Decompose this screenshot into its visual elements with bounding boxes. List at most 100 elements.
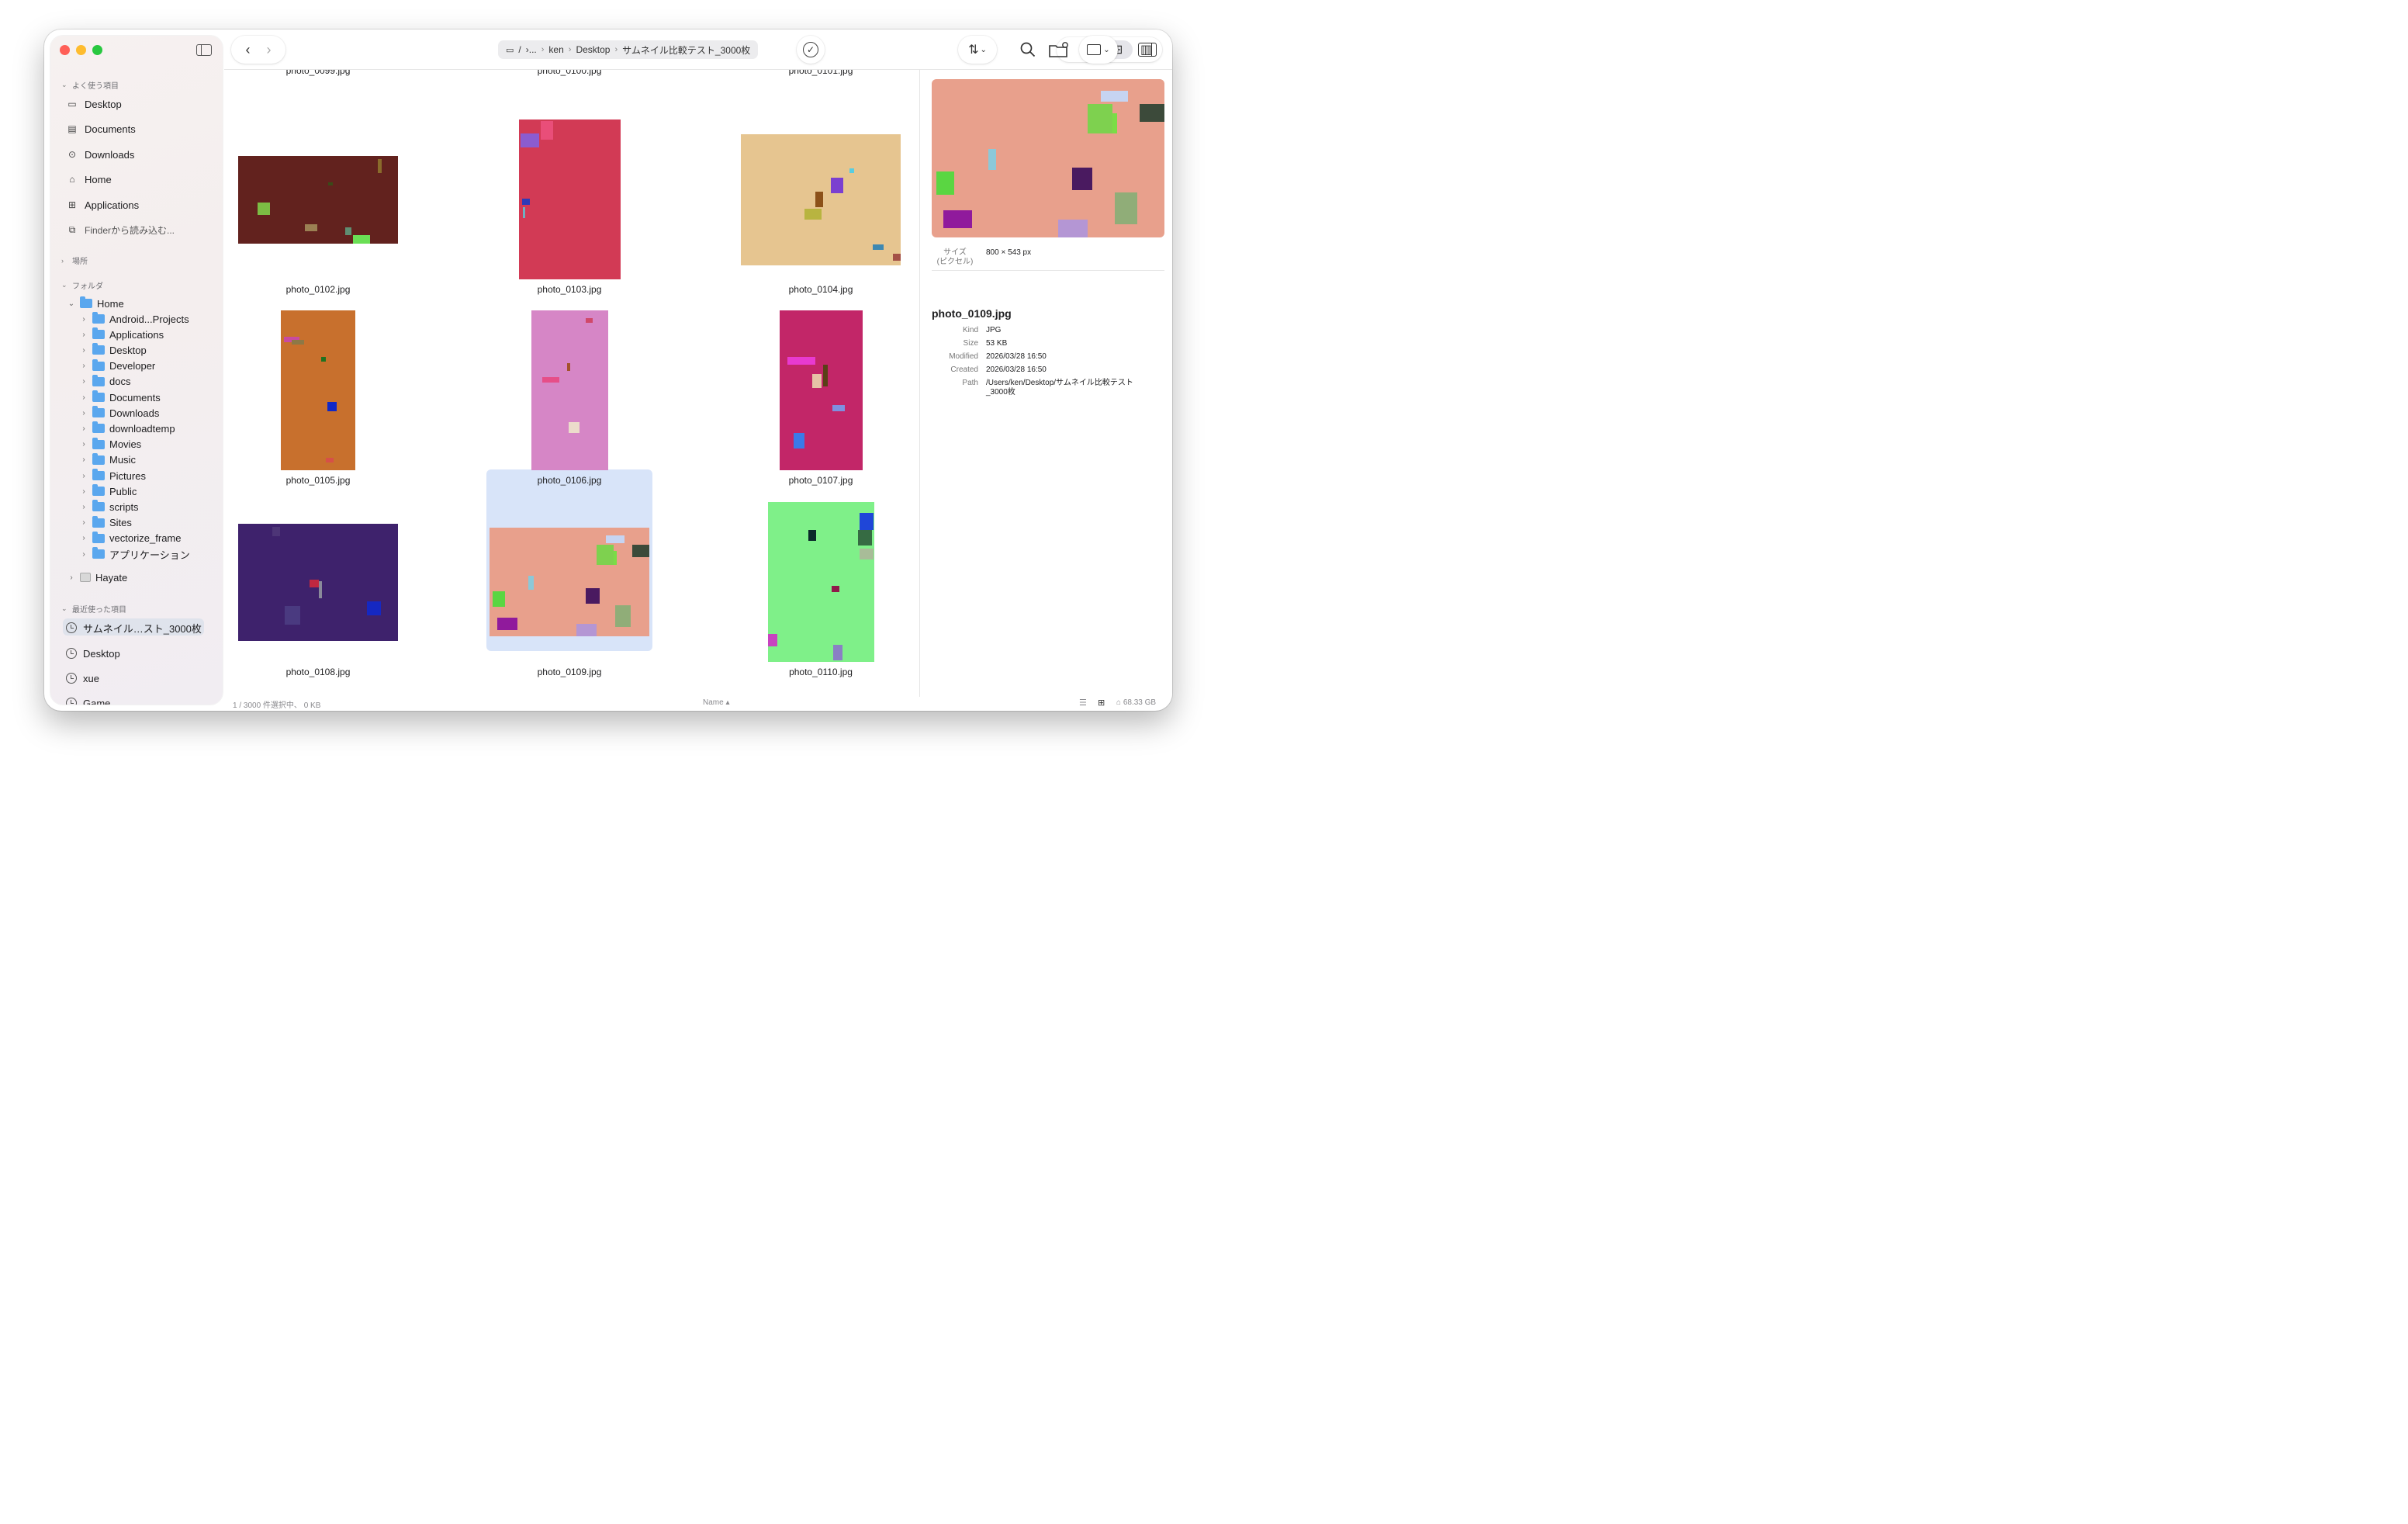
- sidebar-item-2[interactable]: ▤ Documents: [66, 120, 135, 137]
- chevron-right-icon[interactable]: ›: [80, 362, 88, 370]
- tree-folder-item[interactable]: › vectorize_frame: [80, 531, 181, 546]
- locations-header[interactable]: › 場所: [61, 255, 88, 267]
- chevron-right-icon[interactable]: ›: [80, 346, 88, 355]
- tree-folder-item[interactable]: › Public: [80, 483, 137, 499]
- select-button[interactable]: ✓: [797, 36, 825, 64]
- minimize-window-button[interactable]: [76, 45, 86, 55]
- chevron-right-icon[interactable]: ›: [80, 455, 88, 464]
- file-label[interactable]: photo_0105.jpg: [256, 475, 380, 486]
- chevron-right-icon[interactable]: ›: [67, 573, 75, 582]
- chevron-right-icon[interactable]: ›: [80, 503, 88, 511]
- tree-folder-item[interactable]: › downloadtemp: [80, 421, 175, 436]
- tree-folder-item[interactable]: › Android...Projects: [80, 311, 189, 327]
- tree-folder-label: Sites: [109, 517, 132, 529]
- chevron-right-icon[interactable]: ›: [80, 550, 88, 559]
- tree-folder-label: Applications: [109, 328, 164, 341]
- sidebar-item-3[interactable]: ⊙ Downloads: [66, 146, 134, 163]
- file-thumbnail[interactable]: [741, 133, 901, 265]
- chevron-right-icon[interactable]: ›: [80, 518, 88, 527]
- tree-hayate[interactable]: › Hayate: [67, 570, 127, 585]
- breadcrumb-ellipsis[interactable]: ›...: [526, 44, 537, 55]
- chevron-right-icon[interactable]: ›: [80, 409, 88, 417]
- sidebar-item-6[interactable]: ⧉ Finderから読み込む...: [66, 221, 175, 238]
- file-thumbnail[interactable]: [531, 310, 608, 470]
- recent-item[interactable]: サムネイル…スト_3000枚: [66, 619, 202, 636]
- preview-shape: [1114, 192, 1138, 224]
- tree-folder-item[interactable]: › Documents: [80, 390, 161, 405]
- sort-button[interactable]: ⇅ ⌄: [958, 36, 997, 64]
- folders-header[interactable]: ⌄ フォルダ: [61, 279, 103, 291]
- favorites-header[interactable]: ⌄ よく使う項目: [61, 79, 119, 91]
- grid-view-icon[interactable]: ⊞: [1098, 698, 1105, 708]
- sidebar-item-5[interactable]: ⊞ Applications: [66, 196, 139, 213]
- chevron-right-icon[interactable]: ›: [80, 534, 88, 542]
- sort-indicator[interactable]: Name ▴: [703, 698, 729, 707]
- zoom-window-button[interactable]: [92, 45, 102, 55]
- search-icon[interactable]: [1020, 40, 1036, 59]
- sidebar-item-1[interactable]: ▭ Desktop: [66, 95, 121, 113]
- recent-item[interactable]: Game: [66, 694, 110, 705]
- tree-folder-item[interactable]: › Desktop: [80, 342, 147, 358]
- file-label[interactable]: photo_0107.jpg: [759, 475, 883, 486]
- tree-folder-item[interactable]: › Developer: [80, 358, 155, 374]
- chevron-right-icon[interactable]: ›: [80, 424, 88, 433]
- recent-item[interactable]: Desktop: [66, 645, 120, 662]
- breadcrumb-desktop[interactable]: Desktop: [576, 44, 610, 55]
- tree-folder-item[interactable]: › Music: [80, 452, 136, 468]
- chevron-right-icon[interactable]: ›: [267, 42, 272, 58]
- thumbnail-shape: [815, 191, 823, 207]
- chevron-right-icon[interactable]: ›: [80, 472, 88, 480]
- chevron-left-icon[interactable]: ‹: [246, 42, 251, 58]
- breadcrumb-current-folder[interactable]: サムネイル比較テスト_3000枚: [622, 43, 750, 57]
- file-thumbnail[interactable]: [238, 155, 398, 244]
- new-folder-icon[interactable]: [1048, 40, 1070, 59]
- file-label[interactable]: photo_0102.jpg: [256, 284, 380, 295]
- chevron-right-icon[interactable]: ›: [80, 487, 88, 496]
- breadcrumb-separator: ›: [568, 45, 572, 54]
- tree-folder-item[interactable]: › Movies: [80, 437, 141, 452]
- tree-folder-item[interactable]: › Sites: [80, 515, 132, 531]
- sidebar-toggle-icon[interactable]: [196, 44, 212, 56]
- file-label[interactable]: photo_0110.jpg: [759, 667, 883, 677]
- tree-folder-item[interactable]: › Applications: [80, 327, 164, 342]
- chevron-right-icon[interactable]: ›: [80, 440, 88, 449]
- breadcrumb-ken[interactable]: ken: [548, 44, 563, 55]
- close-window-button[interactable]: [60, 45, 70, 55]
- list-view-icon[interactable]: ☰: [1079, 698, 1087, 708]
- chevron-right-icon[interactable]: ›: [80, 393, 88, 402]
- sidebar-item-4[interactable]: ⌂ Home: [66, 171, 111, 188]
- inspector-toggle-icon[interactable]: [1138, 40, 1157, 59]
- icon-grid[interactable]: photo_0099.jpg photo_0100.jpg photo_0101.j…: [224, 70, 919, 697]
- file-thumbnail[interactable]: [238, 523, 398, 641]
- file-thumbnail[interactable]: [779, 310, 863, 470]
- tree-home[interactable]: ⌄ Home: [67, 296, 124, 311]
- recents-header[interactable]: ⌄ 最近使った項目: [61, 603, 126, 615]
- file-thumbnail[interactable]: [518, 119, 621, 279]
- thumbnail-shape: [832, 645, 842, 660]
- tree-folder-item[interactable]: › Downloads: [80, 405, 159, 421]
- tree-folder-item[interactable]: › アプリケーション: [80, 546, 190, 562]
- breadcrumb-separator: ›: [541, 45, 545, 54]
- chevron-right-icon[interactable]: ›: [80, 377, 88, 386]
- chevron-right-icon[interactable]: ›: [80, 331, 88, 339]
- file-label[interactable]: photo_0104.jpg: [759, 284, 883, 295]
- file-label[interactable]: photo_0109.jpg: [507, 667, 631, 677]
- chevron-right-icon[interactable]: ›: [80, 315, 88, 324]
- tree-folder-item[interactable]: › Pictures: [80, 468, 146, 483]
- chevron-down-icon[interactable]: ⌄: [67, 300, 75, 308]
- file-thumbnail[interactable]: [490, 528, 649, 636]
- recent-item[interactable]: xue: [66, 670, 99, 687]
- dimensions-label: サイズ (ピクセル): [936, 248, 974, 266]
- preview-options-button[interactable]: ⌄: [1079, 36, 1118, 64]
- file-label[interactable]: photo_0103.jpg: [507, 284, 631, 295]
- clock-icon: [66, 648, 77, 659]
- thumbnail-shape: [597, 545, 614, 565]
- tree-folder-item[interactable]: › scripts: [80, 499, 139, 514]
- file-label[interactable]: photo_0108.jpg: [256, 667, 380, 677]
- breadcrumb-root[interactable]: /: [518, 44, 521, 55]
- file-label[interactable]: photo_0106.jpg: [507, 475, 631, 486]
- recent-item-label: xue: [83, 672, 99, 684]
- tree-folder-item[interactable]: › docs: [80, 374, 130, 390]
- file-thumbnail[interactable]: [281, 310, 355, 470]
- file-thumbnail[interactable]: [767, 502, 874, 662]
